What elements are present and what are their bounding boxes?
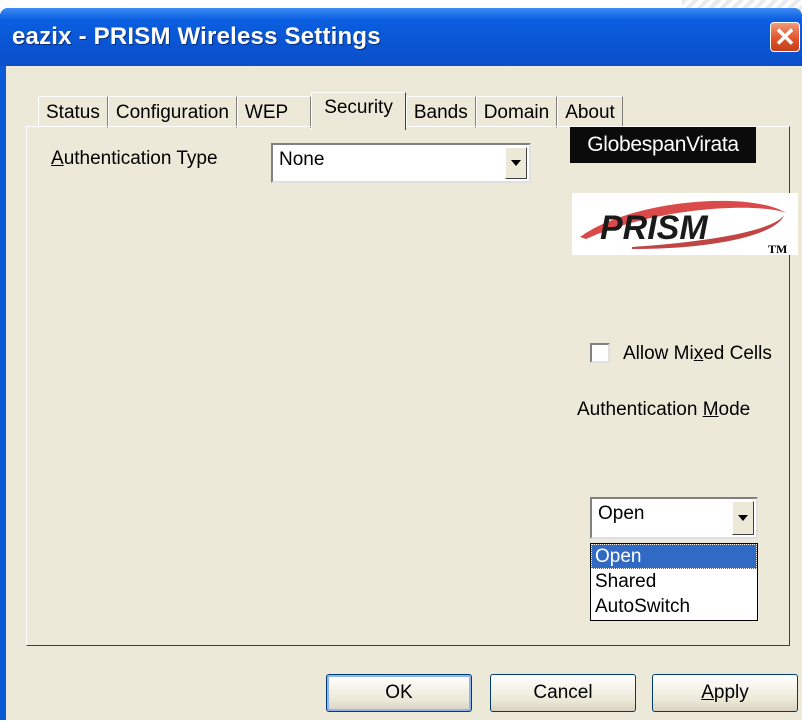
tab-about[interactable]: About <box>557 96 623 128</box>
chevron-down-icon[interactable] <box>505 147 527 179</box>
chevron-down-icon[interactable] <box>732 501 754 535</box>
ok-button[interactable]: OK <box>326 674 472 712</box>
globespanvirata-logo: GlobespanVirata <box>570 127 756 163</box>
authentication-mode-dropdown-list: Open Shared AutoSwitch <box>590 543 758 621</box>
allow-mixed-cells-checkbox[interactable] <box>590 343 610 363</box>
dropdown-option-open[interactable]: Open <box>591 544 757 569</box>
authentication-type-select[interactable]: None <box>271 143 531 183</box>
cancel-button[interactable]: Cancel <box>490 674 636 712</box>
authentication-mode-label: Authentication Mode <box>577 399 751 420</box>
tab-strip: Status Configuration WEP Security Bands … <box>38 92 623 130</box>
authentication-type-value: None <box>279 149 325 170</box>
dropdown-option-shared[interactable]: Shared <box>591 569 757 594</box>
authentication-mode-select[interactable]: Open <box>590 497 758 539</box>
allow-mixed-cells-label[interactable]: Allow Mixed Cells <box>623 343 772 365</box>
close-button[interactable]: ✕ <box>770 22 800 52</box>
dialog-client-area: Status Configuration WEP Security Bands … <box>6 66 802 720</box>
tab-configuration[interactable]: Configuration <box>107 96 237 128</box>
authentication-type-label: Authentication Type <box>51 148 218 169</box>
tab-domain[interactable]: Domain <box>475 96 558 128</box>
tab-bands[interactable]: Bands <box>405 96 476 128</box>
dropdown-option-autoswitch[interactable]: AutoSwitch <box>591 594 757 619</box>
authentication-mode-value: Open <box>598 503 645 524</box>
security-tab-panel: Authentication Type None GlobespanVirata… <box>26 126 798 646</box>
title-bar[interactable]: eazix - PRISM Wireless Settings ✕ <box>0 8 802 66</box>
tab-wep[interactable]: WEP <box>236 96 312 128</box>
prism-logo-text: PRISM <box>600 209 708 247</box>
close-icon: ✕ <box>774 22 796 52</box>
apply-button[interactable]: Apply <box>652 674 798 712</box>
dialog-window: eazix - PRISM Wireless Settings ✕ Status… <box>0 8 802 720</box>
prism-logo-tm: TM <box>768 242 787 255</box>
window-title: eazix - PRISM Wireless Settings <box>12 23 381 50</box>
prism-logo: PRISM TM <box>572 193 798 256</box>
tab-security[interactable]: Security <box>311 92 406 130</box>
tab-status[interactable]: Status <box>38 96 108 128</box>
